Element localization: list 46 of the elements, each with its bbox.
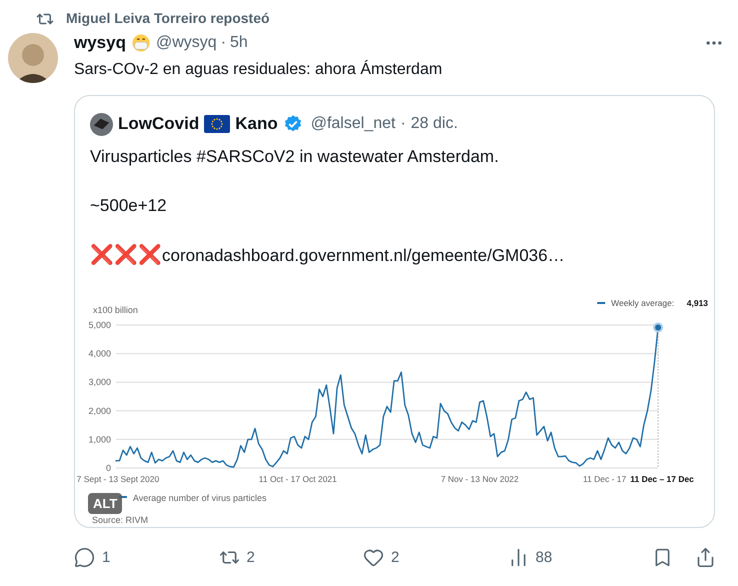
speech-bubble-icon	[74, 547, 95, 568]
legend-label: Average number of virus particles	[132, 492, 266, 502]
post-text: Sars-COv-2 en aguas residuales: ahora Ámsterdam	[74, 59, 444, 80]
x-tick-label: 11 Dec - 17	[582, 474, 626, 484]
display-name[interactable]: wysyq	[74, 30, 126, 56]
repost-label[interactable]: Miguel Leiva Torreiro reposteó	[66, 8, 270, 29]
tooltip-value: 4,913	[686, 298, 708, 308]
quoted-text-line: ~500e+12	[90, 194, 168, 216]
display-name[interactable]: Kano	[235, 111, 278, 137]
source-label: Source: RIVM	[92, 514, 148, 526]
separator: ·	[220, 33, 226, 53]
views-button[interactable]: 88	[508, 546, 552, 569]
x-tick-label: 7 Sept - 13 Sept 2020	[76, 474, 160, 484]
link[interactable]: coronadashboard.government.nl/gemeente/GM036…	[162, 242, 565, 268]
y-tick-label: 3,000	[88, 376, 111, 387]
y-tick-label: 2,000	[88, 405, 111, 416]
quoted-post-card[interactable]	[74, 95, 715, 528]
y-tick-label: 5,000	[88, 320, 111, 330]
alt-badge[interactable]: ALT	[88, 492, 122, 514]
avatar[interactable]	[90, 112, 113, 136]
heart-icon	[363, 547, 384, 568]
share-button[interactable]	[695, 547, 716, 568]
x-tick-label: 11 Oct - 17 Oct 2021	[258, 474, 337, 484]
post-time[interactable]: 5h	[230, 31, 248, 55]
cross-marks: ❌❌❌	[90, 243, 162, 268]
quoted-text-line: Virusparticles #SARSCoV2 in wastewater Amsterdam.	[90, 146, 500, 168]
data-point	[653, 322, 664, 332]
display-name[interactable]: LowCovid	[118, 111, 200, 137]
user-handle[interactable]: @wysyq	[156, 31, 217, 55]
share-icon	[695, 547, 716, 568]
post-time[interactable]: 28 dic.	[410, 112, 458, 136]
repost-button[interactable]: 2	[218, 546, 255, 569]
y-tick-label: 0	[106, 462, 111, 472]
tooltip-label: Weekly average:	[611, 298, 674, 308]
avatar[interactable]	[8, 33, 58, 83]
masked-face-emoji-icon	[132, 34, 150, 52]
user-handle[interactable]: @falsel_net	[310, 112, 396, 136]
like-button[interactable]: 2	[363, 546, 400, 569]
flag-icon	[204, 115, 230, 133]
separator: ·	[400, 114, 406, 134]
y-tick-label: 4,000	[88, 348, 111, 358]
x-tick-label: 11 Dec – 17 Dec	[630, 474, 694, 484]
y-tick-label: 1,000	[88, 434, 111, 444]
reply-button[interactable]: 1	[74, 546, 110, 569]
y-axis-label: x100 billion	[92, 304, 138, 314]
x-tick-label: 7 Nov - 13 Nov 2022	[440, 474, 519, 484]
